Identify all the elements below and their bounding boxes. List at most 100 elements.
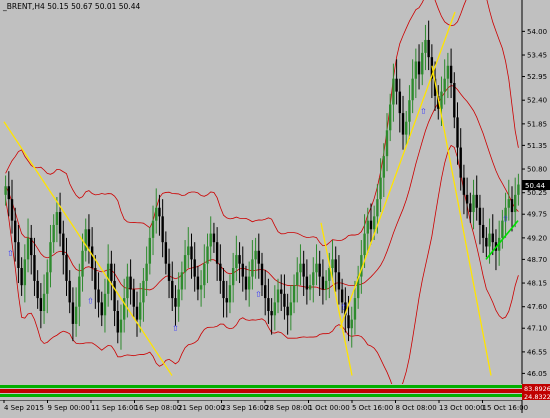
candle-body	[485, 237, 488, 247]
candle-body	[68, 280, 71, 303]
subwindow-bar-red	[0, 389, 522, 393]
candle-body	[340, 289, 344, 303]
candle-body	[55, 212, 59, 225]
candle-body	[289, 302, 293, 316]
time-tick-label: 5 Oct 16:00	[352, 404, 393, 412]
candle-body	[58, 212, 62, 234]
subwindow-upper-value: 83.8926	[524, 385, 550, 393]
candle-body	[462, 177, 466, 195]
candle-body	[321, 276, 325, 290]
candle-body	[366, 220, 369, 234]
candle-body	[203, 263, 206, 286]
candle-body	[155, 207, 158, 221]
candle-body	[254, 250, 257, 260]
candle-body	[280, 289, 283, 294]
time-tick-label: 11 Sep 16:00	[91, 404, 138, 412]
candle-body	[395, 78, 398, 92]
arrow-marker-icon: ⇧	[7, 249, 14, 258]
candle-body	[235, 255, 238, 268]
candle-body	[517, 184, 520, 195]
candle-body	[324, 280, 328, 290]
candle-body	[388, 104, 392, 131]
candle-body	[126, 276, 129, 299]
time-tick-label: 9 Sep 00:00	[48, 404, 90, 412]
candle-body	[167, 263, 171, 281]
candle-body	[513, 194, 517, 213]
candle-body	[183, 255, 187, 273]
candle-body	[62, 233, 65, 256]
candle-body	[247, 276, 251, 290]
candle-body	[440, 91, 443, 109]
candle-body	[283, 293, 286, 307]
candle-body	[113, 280, 116, 312]
price-tick-label: 47.10	[527, 325, 547, 333]
candle-body	[405, 121, 408, 135]
candle-body	[456, 117, 459, 148]
candle-body	[392, 78, 395, 105]
candle-body	[507, 199, 510, 208]
price-tick-label: 50.25	[527, 189, 547, 197]
candle-body	[215, 242, 219, 264]
candle-body	[449, 65, 453, 83]
candle-body	[411, 78, 414, 101]
arrow-marker-icon: ⇧	[340, 303, 347, 312]
candle-body	[26, 237, 30, 260]
candle-body	[171, 280, 174, 299]
candle-body	[225, 298, 228, 303]
candle-body	[305, 276, 309, 290]
candle-body	[212, 233, 216, 243]
candle-body	[299, 263, 302, 273]
candle-body	[318, 263, 321, 277]
candle-body	[414, 61, 418, 79]
candle-body	[49, 242, 52, 273]
candle-body	[251, 259, 254, 277]
time-tick-label: 1 Oct 00:00	[309, 404, 350, 412]
candle-body	[270, 311, 273, 316]
candle-body	[453, 82, 456, 118]
subwindow-bar-green-1	[0, 385, 522, 388]
price-tick-label: 46.55	[527, 348, 547, 356]
candle-body	[385, 130, 389, 157]
candle-body	[244, 276, 248, 290]
candle-body	[408, 100, 411, 122]
subwindow-bar-green-2	[0, 394, 522, 397]
candle-body	[231, 267, 235, 286]
candle-body	[187, 246, 190, 256]
time-tick-label: 28 Sep 08:00	[265, 404, 312, 412]
price-chart[interactable]: _BRENT,H4 50.15 50.67 50.01 50.44 ⇧ ⇧ ⇧ ⇧ ⇧ ⇧…	[0, 0, 550, 413]
candle-body	[331, 259, 334, 268]
candle-body	[469, 203, 472, 213]
time-tick-label: 23 Sep 16:00	[222, 404, 269, 412]
candle-body	[369, 220, 373, 230]
candle-body	[308, 285, 312, 290]
candle-body	[151, 220, 155, 238]
indicator-subwindow[interactable]: 83.8926 24.8322	[0, 384, 550, 401]
candle-body	[145, 263, 148, 281]
arrow-marker-icon: ⇧	[87, 296, 94, 305]
candle-body	[292, 285, 296, 303]
candle-body	[459, 147, 462, 178]
candle-body	[491, 233, 494, 243]
candle-body	[116, 311, 119, 333]
candle-body	[7, 186, 11, 200]
candle-body	[241, 263, 244, 277]
candle-body	[148, 237, 152, 264]
candle-body	[177, 289, 180, 307]
candle-body	[110, 263, 113, 281]
candle-body	[17, 242, 20, 268]
candle-body	[180, 272, 184, 290]
candle-body	[510, 199, 514, 213]
candle-body	[257, 250, 260, 264]
candle-body	[10, 199, 14, 221]
candle-body	[238, 255, 241, 264]
candle-body	[417, 61, 421, 75]
trading-chart-window[interactable]: _BRENT,H4 50.15 50.67 50.01 50.44 ⇧ ⇧ ⇧ ⇧ ⇧ ⇧…	[0, 0, 550, 413]
candle-body	[135, 306, 139, 320]
candle-body	[222, 280, 225, 299]
candle-body	[465, 194, 469, 204]
price-tick-label: 46.05	[527, 370, 547, 378]
candle-body	[132, 289, 136, 307]
candle-body	[46, 272, 49, 294]
candle-body	[158, 207, 161, 217]
candle-body	[401, 113, 405, 135]
